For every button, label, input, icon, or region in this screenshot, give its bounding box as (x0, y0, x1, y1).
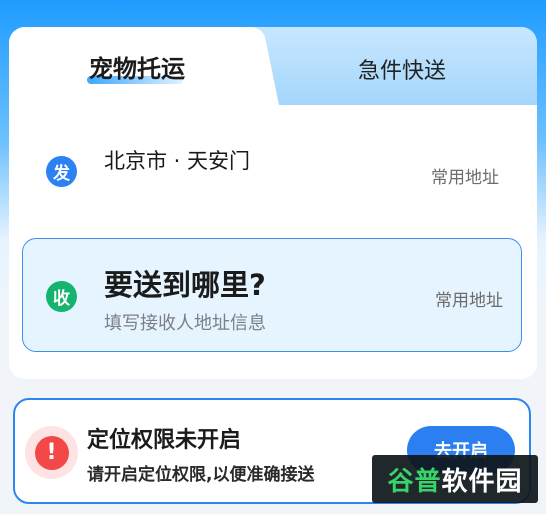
warning-icon-halo: ! (25, 426, 78, 479)
send-badge-icon: 发 (46, 156, 77, 187)
watermark-logo: 谷普 软件园 (372, 455, 538, 503)
permission-title: 定位权限未开启 (87, 428, 242, 453)
watermark-part2: 软件园 (441, 466, 523, 497)
tab-pet-shipping[interactable]: 宠物托运 (89, 49, 185, 84)
receiver-address-box[interactable]: 收 要送到哪里? 填写接收人地址信息 常用地址 (22, 238, 522, 352)
order-card: 宠物托运 急件快送 发 北京市 · 天安门 常用地址 收 要送到哪里? 填写接收… (9, 27, 537, 379)
permission-description: 请开启定位权限,以便准确接送 (87, 465, 315, 485)
tab-bar: 宠物托运 急件快送 (9, 27, 537, 105)
tab-express-delivery[interactable]: 急件快送 (358, 53, 446, 85)
warning-icon: ! (34, 435, 69, 470)
watermark-part1: 谷普 (387, 466, 442, 497)
sender-address-row[interactable]: 发 北京市 · 天安门 常用地址 (9, 123, 537, 223)
receiver-subtitle: 填写接收人地址信息 (104, 313, 266, 334)
receiver-title: 要送到哪里? (104, 268, 266, 302)
sender-address: 北京市 · 天安门 (104, 149, 251, 173)
receive-badge-icon: 收 (46, 281, 77, 312)
sender-common-address-link[interactable]: 常用地址 (431, 163, 499, 188)
receiver-common-address-link[interactable]: 常用地址 (435, 286, 503, 311)
